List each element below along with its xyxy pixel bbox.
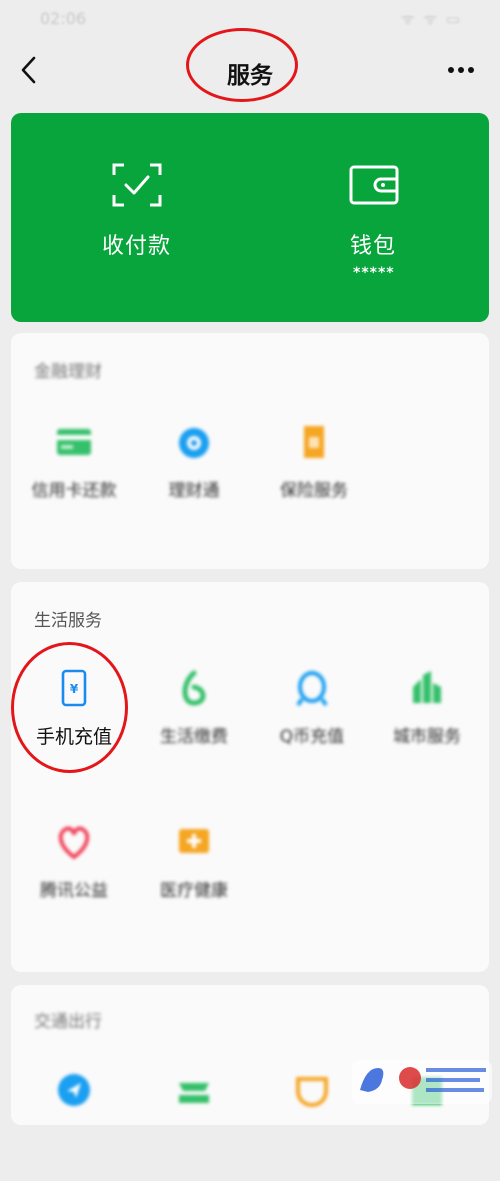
service-label: 腾讯公益 — [40, 881, 108, 901]
transport-section-title: 交通出行 — [34, 1012, 102, 1032]
page-title: 服务 — [227, 63, 273, 89]
wallet-button[interactable]: 钱包 ***** — [249, 113, 489, 322]
life-section-title: 生活服务 — [34, 611, 102, 631]
wallet-label: 钱包 — [350, 234, 397, 259]
wallet-icon — [349, 165, 399, 205]
pay-button[interactable]: 收付款 — [11, 113, 261, 322]
header: 服务 — [0, 28, 500, 104]
service-label: 医疗健康 — [160, 881, 228, 901]
service-label: 理财通 — [168, 481, 220, 501]
wallet-balance-mask: ***** — [353, 265, 395, 281]
service-label: Q币充值 — [279, 727, 345, 747]
navigation-icon — [56, 1071, 92, 1109]
more-icon[interactable] — [442, 58, 480, 82]
service-phone-topup[interactable]: ¥ 手机充值 — [14, 669, 134, 779]
finance-section: 金融理财 信用卡还款 理财通 保险服务 — [11, 333, 489, 569]
pay-label: 收付款 — [102, 234, 172, 259]
city-service-icon — [409, 669, 445, 707]
train-icon — [176, 1071, 212, 1109]
service-health[interactable]: 医疗健康 — [134, 823, 254, 933]
service-navigation[interactable] — [14, 1071, 134, 1181]
credit-card-icon — [56, 423, 92, 461]
service-charity[interactable]: 腾讯公益 — [14, 823, 134, 933]
service-train[interactable] — [134, 1071, 254, 1181]
transport-section: 交通出行 — [11, 985, 489, 1125]
service-wealth[interactable]: 理财通 — [134, 423, 254, 533]
charity-icon — [56, 823, 92, 861]
life-section: 生活服务 ¥ 手机充值 生活缴费 Q币充值 城市服务 腾讯公益 医疗健康 — [11, 582, 489, 972]
service-label: 信用卡还款 — [31, 481, 117, 501]
scan-icon — [112, 163, 162, 207]
phone-topup-icon: ¥ — [56, 669, 92, 707]
service-utility[interactable]: 生活缴费 — [134, 669, 254, 779]
health-icon — [176, 823, 212, 861]
wealth-icon — [176, 423, 212, 461]
wallet-card: 收付款 钱包 ***** — [11, 113, 489, 322]
service-label: 城市服务 — [393, 727, 461, 747]
finance-section-title: 金融理财 — [34, 362, 102, 382]
service-label: 生活缴费 — [160, 727, 228, 747]
service-label: 手机充值 — [35, 726, 112, 748]
service-didi[interactable] — [252, 1071, 372, 1181]
service-credit-card[interactable]: 信用卡还款 — [14, 423, 134, 533]
service-qq-coin[interactable]: Q币充值 — [252, 669, 372, 779]
status-icons: ᯤ ᯤ ▭ — [400, 10, 462, 28]
qq-coin-icon — [294, 669, 330, 707]
status-time: 02:06 — [40, 9, 87, 28]
utility-icon — [176, 669, 212, 707]
service-insurance[interactable]: 保险服务 — [254, 423, 374, 533]
service-label: 保险服务 — [280, 481, 348, 501]
insurance-icon — [296, 423, 332, 461]
status-bar: 02:06 ᯤ ᯤ ▭ — [0, 0, 500, 38]
didi-icon — [294, 1071, 330, 1109]
service-city[interactable]: 城市服务 — [367, 669, 487, 779]
hotel-icon — [409, 1071, 445, 1109]
svg-text:¥: ¥ — [70, 682, 79, 696]
service-hotel[interactable] — [367, 1071, 487, 1181]
